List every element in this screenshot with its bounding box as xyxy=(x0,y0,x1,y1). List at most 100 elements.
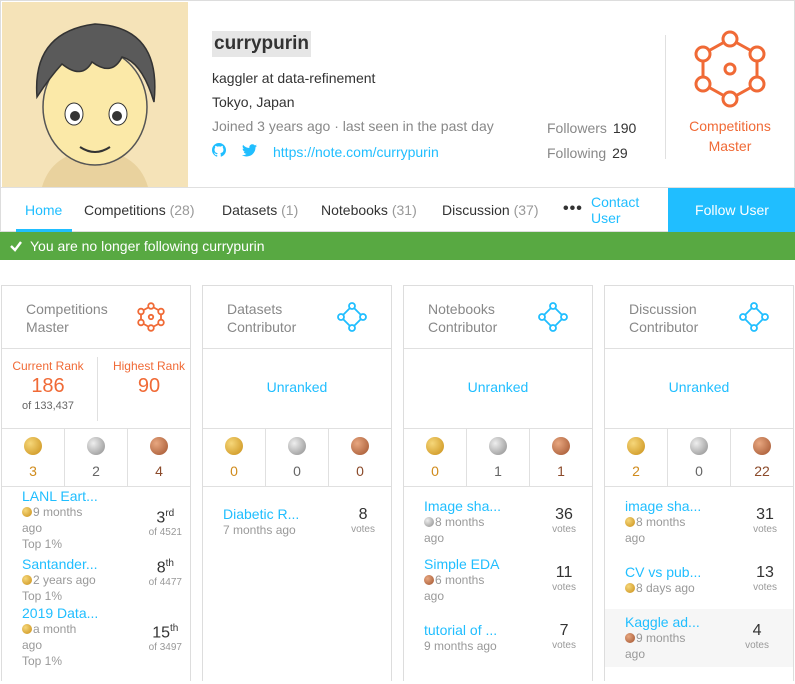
bio: kaggler at data-refinement xyxy=(212,70,376,86)
highest-rank-value: 90 xyxy=(137,375,161,397)
list-item: Image sha... 8 months ago 36 votes xyxy=(424,498,590,546)
rank-row: Current Rank 186 of 133,437 Highest Rank… xyxy=(2,349,190,429)
item-meta: 8 days ago xyxy=(636,581,695,595)
bronze-medal-icon xyxy=(625,633,635,643)
silver-count: 0 xyxy=(293,463,301,479)
twitter-icon[interactable] xyxy=(242,143,257,160)
votes-label: votes xyxy=(552,582,576,593)
card-header: Notebooks Contributor xyxy=(404,286,592,349)
unranked-label: Unranked xyxy=(266,379,328,395)
item-percentile: Top 1% xyxy=(22,589,63,603)
avatar[interactable] xyxy=(2,2,188,187)
tab-competitions[interactable]: Competitions (28) xyxy=(84,202,195,218)
bronze-medal-icon xyxy=(150,437,168,455)
gold-medal-icon xyxy=(625,517,635,527)
bronze-medal-icon xyxy=(424,575,434,585)
github-icon[interactable] xyxy=(212,143,226,160)
silver-count: 0 xyxy=(695,463,703,479)
bronze-medal-cell: 22 xyxy=(731,429,793,486)
medal-row: 3 2 4 xyxy=(2,429,190,487)
highest-rank: Highest Rank 90 xyxy=(107,359,191,398)
tab-notebooks[interactable]: Notebooks (31) xyxy=(321,202,417,218)
silver-medal-cell: 0 xyxy=(668,429,731,486)
card-title-line-2: Contributor xyxy=(629,319,699,335)
contact-user-link[interactable]: Contact User xyxy=(591,194,639,226)
rank-row: Unranked xyxy=(203,349,391,429)
gold-count: 2 xyxy=(632,463,640,479)
tab-datasets[interactable]: Datasets (1) xyxy=(222,202,298,218)
master-tier-icon xyxy=(137,302,165,332)
bronze-medal-icon xyxy=(351,437,369,455)
list-item: tutorial of ... 9 months ago 7 votes xyxy=(424,622,590,654)
card-title[interactable]: Notebooks Contributor xyxy=(428,300,497,336)
check-icon xyxy=(10,232,22,269)
tab-home[interactable]: Home xyxy=(25,202,62,218)
card-header: Discussion Contributor xyxy=(605,286,793,349)
contributor-tier-icon xyxy=(538,302,568,332)
item-votes: 11 votes xyxy=(552,564,576,593)
tab-count: (37) xyxy=(513,202,539,218)
tab-label: Notebooks xyxy=(321,202,388,218)
tab-label: Competitions xyxy=(84,202,166,218)
item-place: 8th of 4477 xyxy=(149,558,182,588)
list-item: CV vs pub... 8 days ago 13 votes xyxy=(625,564,791,596)
medal-row: 0 0 0 xyxy=(203,429,391,487)
tab-label: Datasets xyxy=(222,202,278,218)
gold-medal-icon xyxy=(426,437,444,455)
item-meta: 8 months xyxy=(636,515,686,529)
item-title-link[interactable]: LANL Eart... xyxy=(22,488,188,504)
following-stat[interactable]: Following 29 xyxy=(547,145,628,161)
card-title[interactable]: Datasets Contributor xyxy=(227,300,296,336)
bronze-medal-icon xyxy=(552,437,570,455)
item-meta: 9 months xyxy=(636,631,686,645)
followers-stat[interactable]: Followers 190 xyxy=(547,120,636,136)
contact-label-2: User xyxy=(591,210,621,226)
votes-label: votes xyxy=(753,524,777,535)
unranked-label: Unranked xyxy=(668,379,730,395)
card-title-line-1: Discussion xyxy=(629,301,697,317)
gold-count: 0 xyxy=(431,463,439,479)
following-label: Following xyxy=(547,145,607,161)
tier-label-2: Master xyxy=(708,138,752,154)
datasets-card: Datasets Contributor Unranked 0 0 0 Diab… xyxy=(202,285,392,681)
item-votes: 31 votes xyxy=(753,506,777,535)
vote-count: 36 xyxy=(555,506,573,523)
card-title-line-2: Contributor xyxy=(227,319,297,335)
current-rank: Current Rank 186 of 133,437 xyxy=(6,359,90,412)
more-options-icon[interactable]: ••• xyxy=(563,200,583,218)
rank-total: of 133,437 xyxy=(22,400,74,412)
item-percentile: Top 1% xyxy=(22,537,63,551)
bronze-medal-cell: 1 xyxy=(530,429,592,486)
card-title[interactable]: Discussion Contributor xyxy=(629,300,698,336)
bronze-medal-cell: 4 xyxy=(128,429,190,486)
gold-count: 3 xyxy=(29,463,37,479)
item-meta: 9 months xyxy=(33,505,83,519)
follow-user-button[interactable]: Follow User xyxy=(668,188,795,233)
silver-medal-cell: 2 xyxy=(65,429,128,486)
item-votes: 4 votes xyxy=(745,622,769,651)
gold-medal-icon xyxy=(625,583,635,593)
location: Tokyo, Japan xyxy=(212,94,295,110)
tab-discussion[interactable]: Discussion (37) xyxy=(442,202,539,218)
place-total: of 4477 xyxy=(148,577,182,589)
silver-count: 1 xyxy=(494,463,502,479)
tab-count: (1) xyxy=(281,202,299,218)
item-votes: 36 votes xyxy=(552,506,576,535)
list-item: 2019 Data... a month ago Top 1% 15th of … xyxy=(22,605,188,669)
gold-medal-cell: 2 xyxy=(605,429,668,486)
gold-medal-icon xyxy=(22,575,32,585)
item-votes: 7 votes xyxy=(552,622,576,651)
list-item: Kaggle ad... 9 months ago 4 votes xyxy=(605,609,793,667)
list-item: LANL Eart... 9 months ago Top 1% 3rd of … xyxy=(22,488,188,552)
profile-url-link[interactable]: https://note.com/currypurin xyxy=(273,144,439,160)
item-title-link[interactable]: 2019 Data... xyxy=(22,605,188,621)
list-item: Simple EDA 6 months ago 11 votes xyxy=(424,556,590,604)
item-place: 3rd of 4521 xyxy=(149,508,182,538)
place-suffix: th xyxy=(165,558,174,569)
card-title[interactable]: Competitions Master xyxy=(26,300,108,336)
votes-label: votes xyxy=(351,524,375,535)
master-tier-icon xyxy=(694,30,766,108)
card-header: Competitions Master xyxy=(2,286,190,349)
silver-medal-icon xyxy=(489,437,507,455)
contributor-tier-icon xyxy=(337,302,367,332)
